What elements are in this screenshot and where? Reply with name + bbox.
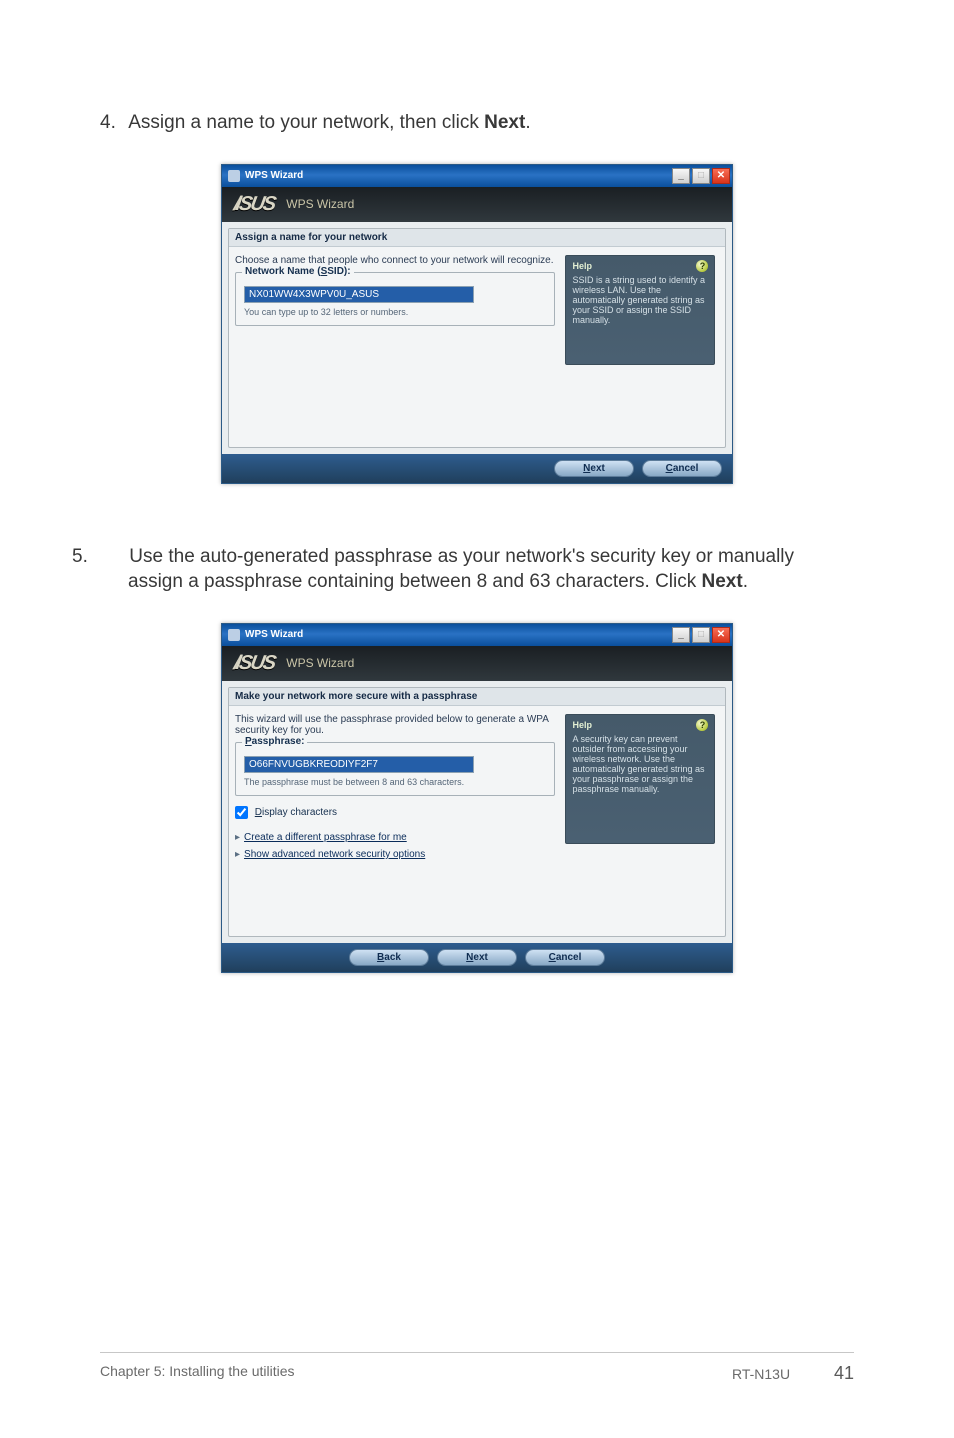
panel-title: Make your network more secure with a pas…	[229, 688, 725, 706]
step5-number: 5.	[100, 544, 124, 570]
step4-number: 4.	[100, 110, 124, 136]
display-characters-checkbox[interactable]	[235, 806, 248, 819]
button-bar: Back Next Cancel	[222, 943, 732, 972]
wps-wizard-label: WPS Wizard	[286, 197, 354, 211]
ssid-fieldset: Network Name (SSID): You can type up to …	[235, 272, 555, 326]
maximize-button[interactable]: □	[692, 627, 710, 643]
help-text: SSID is a string used to identify a wire…	[572, 275, 708, 325]
close-button[interactable]: ✕	[712, 168, 730, 184]
minimize-button[interactable]: _	[672, 627, 690, 643]
panel-description: Choose a name that people who connect to…	[235, 255, 555, 266]
app-icon	[228, 629, 240, 641]
close-button[interactable]: ✕	[712, 627, 730, 643]
help-title: Help	[572, 261, 592, 271]
window-titlebar: WPS Wizard _ □ ✕	[222, 624, 732, 646]
asus-logo: ISUS	[232, 652, 276, 675]
step4-after: .	[525, 112, 530, 133]
help-icon: ?	[696, 260, 708, 272]
help-icon: ?	[696, 719, 708, 731]
back-button[interactable]: Back	[349, 949, 429, 966]
help-panel: Help ? SSID is a string used to identify…	[565, 255, 715, 365]
minimize-button[interactable]: _	[672, 168, 690, 184]
wps-dialog-ssid: WPS Wizard _ □ ✕ ISUS WPS Wizard Assign …	[221, 164, 733, 484]
passphrase-input[interactable]	[244, 756, 474, 773]
window-title: WPS Wizard	[245, 170, 670, 181]
step5-instruction: 5. Use the auto-generated passphrase as …	[128, 544, 854, 595]
footer-page-number: 41	[834, 1363, 854, 1383]
wps-dialog-passphrase: WPS Wizard _ □ ✕ ISUS WPS Wizard Make yo…	[221, 623, 733, 973]
asus-logo: ISUS	[232, 193, 276, 216]
help-text: A security key can prevent outsider from…	[572, 734, 708, 794]
step4-instruction: 4. Assign a name to your network, then c…	[100, 110, 854, 136]
help-panel: Help ? A security key can prevent outsid…	[565, 714, 715, 844]
step4-text: Assign a name to your network, then clic…	[128, 112, 484, 133]
maximize-button[interactable]: □	[692, 168, 710, 184]
ssid-hint: You can type up to 32 letters or numbers…	[244, 307, 546, 317]
panel-title: Assign a name for your network	[229, 229, 725, 247]
panel-description: This wizard will use the passphrase prov…	[235, 714, 555, 736]
help-title: Help	[572, 720, 592, 730]
cancel-button[interactable]: Cancel	[525, 949, 605, 966]
step4-bold: Next	[484, 112, 525, 133]
step5-bold: Next	[702, 571, 743, 592]
window-titlebar: WPS Wizard _ □ ✕	[222, 165, 732, 187]
brand-bar: ISUS WPS Wizard	[222, 646, 732, 681]
link-create-different-passphrase[interactable]: Create a different passphrase for me	[235, 829, 555, 846]
link-show-advanced-security[interactable]: Show advanced network security options	[235, 846, 555, 863]
cancel-button[interactable]: Cancel	[642, 460, 722, 477]
footer-model: RT-N13U	[732, 1366, 790, 1382]
app-icon	[228, 170, 240, 182]
ssid-input[interactable]	[244, 286, 474, 303]
next-button[interactable]: Next	[437, 949, 517, 966]
ssid-legend: Network Name (SSID):	[242, 266, 354, 277]
brand-bar: ISUS WPS Wizard	[222, 187, 732, 222]
window-title: WPS Wizard	[245, 629, 670, 640]
button-bar: Next Cancel	[222, 454, 732, 483]
display-characters-row: Display characters	[235, 806, 555, 819]
footer-chapter: Chapter 5: Installing the utilities	[100, 1363, 295, 1384]
page-footer: Chapter 5: Installing the utilities RT-N…	[100, 1352, 854, 1384]
passphrase-legend: Passphrase:	[242, 736, 307, 747]
step5-after: .	[743, 571, 748, 592]
passphrase-hint: The passphrase must be between 8 and 63 …	[244, 777, 546, 787]
next-button[interactable]: Next	[554, 460, 634, 477]
passphrase-fieldset: Passphrase: The passphrase must be betwe…	[235, 742, 555, 796]
step5-text: Use the auto-generated passphrase as you…	[128, 546, 794, 593]
wps-wizard-label: WPS Wizard	[286, 656, 354, 670]
